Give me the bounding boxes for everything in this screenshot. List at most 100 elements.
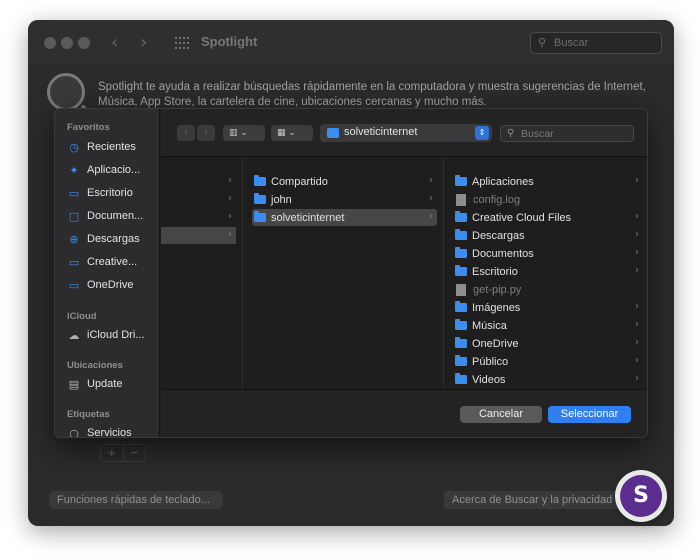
- chevron-right-icon: ›: [635, 247, 639, 258]
- sidebar-item-escritorio[interactable]: ▭ Escritorio: [67, 184, 159, 202]
- dialog-search-field[interactable]: ⚲: [500, 125, 634, 142]
- folder-icon: [455, 301, 467, 312]
- chevron-right-icon: ›: [228, 211, 232, 222]
- sidebar-item-creative-cloud[interactable]: ▭ Creative...: [67, 253, 159, 271]
- sidebar-item-label: iCloud Dri...: [87, 329, 145, 341]
- list-item[interactable]: Creative Cloud Files ›: [453, 209, 643, 226]
- folder-icon: [254, 175, 266, 186]
- file-icon: [456, 193, 466, 206]
- minimize-window-button[interactable]: [61, 37, 73, 49]
- preferences-search-field[interactable]: ⚲ Buscar: [530, 32, 662, 54]
- sidebar-item-label: Servicios: [87, 427, 132, 437]
- desktop-icon: ▭: [68, 186, 80, 200]
- chevron-right-icon: ›: [228, 175, 232, 186]
- close-window-button[interactable]: [44, 37, 56, 49]
- zoom-window-button[interactable]: [78, 37, 90, 49]
- file-icon: [456, 283, 466, 296]
- chevron-right-icon: ›: [635, 337, 639, 348]
- keyboard-shortcuts-button[interactable]: Funciones rápidas de teclado...: [49, 491, 223, 509]
- spotlight-magnifier-icon: [47, 73, 85, 111]
- group-view-button[interactable]: ▦ ⌄: [271, 125, 313, 141]
- folder-icon: [455, 373, 467, 384]
- folder-icon: [455, 355, 467, 366]
- list-item[interactable]: john ›: [252, 191, 437, 208]
- chevron-right-icon: ›: [635, 319, 639, 330]
- folder-icon: [455, 337, 467, 348]
- list-item[interactable]: Imágenes ›: [453, 299, 643, 316]
- applications-icon: ✦: [69, 163, 79, 177]
- path-popup[interactable]: solveticinternet ⇕: [320, 124, 492, 142]
- list-item[interactable]: Descargas ›: [453, 227, 643, 244]
- sidebar-item-icloud-drive[interactable]: ☁ iCloud Dri...: [67, 326, 159, 344]
- dialog-search-input[interactable]: [521, 127, 629, 140]
- list-item[interactable]: Aplicaciones ›: [453, 173, 643, 190]
- list-item[interactable]: ›: [169, 209, 236, 226]
- sidebar-section-favorites: Favoritos: [67, 122, 110, 133]
- column-2: Compartido › john › solveticinternet ›: [244, 158, 444, 389]
- list-item[interactable]: Escritorio ›: [453, 263, 643, 280]
- history-nav: ‹ ›: [177, 125, 217, 141]
- watermark-letter: S: [620, 475, 662, 517]
- list-item-selected[interactable]: ›: [161, 227, 236, 244]
- tag-circle-icon: ○: [69, 426, 79, 438]
- sidebar-item-aplicaciones[interactable]: ✦ Aplicacio...: [67, 161, 159, 179]
- item-name: Descargas: [472, 229, 525, 242]
- chevron-right-icon: ›: [429, 175, 433, 186]
- cloud-icon: ☁: [68, 328, 80, 342]
- list-item[interactable]: Música ›: [453, 317, 643, 334]
- item-name: config.log: [473, 193, 521, 206]
- list-item-selected[interactable]: solveticinternet ›: [252, 209, 437, 226]
- sidebar-item-documentos[interactable]: □ Documen...: [67, 207, 159, 225]
- sidebar-item-recientes[interactable]: ◷ Recientes: [67, 138, 159, 156]
- forward-arrow-icon[interactable]: ›: [140, 32, 147, 53]
- chevron-right-icon: ›: [429, 211, 433, 222]
- list-item[interactable]: ›: [169, 173, 236, 190]
- sidebar-item-descargas[interactable]: ⊕ Descargas: [67, 230, 159, 248]
- back-button[interactable]: ‹: [177, 125, 195, 141]
- list-item[interactable]: config.log: [453, 191, 643, 208]
- chevron-right-icon: ›: [228, 229, 232, 240]
- sidebar-item-servicios[interactable]: ○ Servicios: [67, 424, 159, 438]
- dialog-sidebar: Favoritos ◷ Recientes ✦ Aplicacio... ▭ E…: [55, 109, 160, 437]
- list-item[interactable]: ›: [169, 191, 236, 208]
- item-name: Imágenes: [472, 301, 521, 314]
- popup-arrows-icon: ⇕: [475, 126, 489, 140]
- column-view-button[interactable]: ▥ ⌄: [223, 125, 265, 141]
- sidebar-section-tags: Etiquetas: [67, 409, 110, 420]
- select-button[interactable]: Seleccionar: [548, 406, 631, 423]
- sidebar-item-label: OneDrive: [87, 279, 134, 291]
- forward-button[interactable]: ›: [197, 125, 215, 141]
- spotlight-description: Spotlight te ayuda a realizar búsquedas …: [98, 81, 646, 108]
- about-search-privacy-button[interactable]: Acerca de Buscar y la privacidad: [444, 491, 622, 509]
- sidebar-item-label: Creative...: [87, 256, 138, 268]
- show-all-grid-icon[interactable]: [175, 37, 189, 50]
- sidebar-section-locations: Ubicaciones: [67, 360, 123, 371]
- sidebar-item-update[interactable]: ▤ Update: [67, 375, 159, 393]
- folder-icon: ▭: [68, 255, 80, 269]
- back-arrow-icon[interactable]: ‹: [111, 32, 118, 53]
- column-1: › › › ›: [161, 158, 243, 389]
- sidebar-item-label: Update: [87, 378, 123, 390]
- remove-button[interactable]: −: [122, 445, 146, 461]
- sidebar-item-label: Aplicacio...: [87, 164, 141, 176]
- chevron-right-icon: ›: [228, 193, 232, 204]
- folder-icon: [455, 319, 467, 330]
- list-item[interactable]: Videos ›: [453, 371, 643, 388]
- list-item[interactable]: get-pip.py: [453, 281, 643, 298]
- folder-icon: [254, 211, 266, 222]
- sidebar-item-onedrive[interactable]: ▭ OneDrive: [67, 276, 159, 294]
- search-placeholder: Buscar: [554, 37, 589, 49]
- item-name: john: [271, 193, 292, 206]
- list-item[interactable]: Documentos ›: [453, 245, 643, 262]
- list-item[interactable]: Compartido ›: [252, 173, 437, 190]
- column-browser: › › › › Compartido › john › solveticinte…: [161, 158, 647, 389]
- dialog-toolbar: ‹ › ▥ ⌄ ▦ ⌄ solveticinternet ⇕ ⚲: [161, 109, 647, 157]
- search-icon: ⚲: [538, 37, 547, 49]
- chevron-right-icon: ›: [635, 301, 639, 312]
- cancel-button[interactable]: Cancelar: [460, 406, 542, 423]
- list-item[interactable]: Público ›: [453, 353, 643, 370]
- add-button[interactable]: +: [101, 445, 123, 461]
- item-name: OneDrive: [472, 337, 519, 350]
- list-item[interactable]: OneDrive ›: [453, 335, 643, 352]
- item-name: Creative Cloud Files: [472, 211, 572, 224]
